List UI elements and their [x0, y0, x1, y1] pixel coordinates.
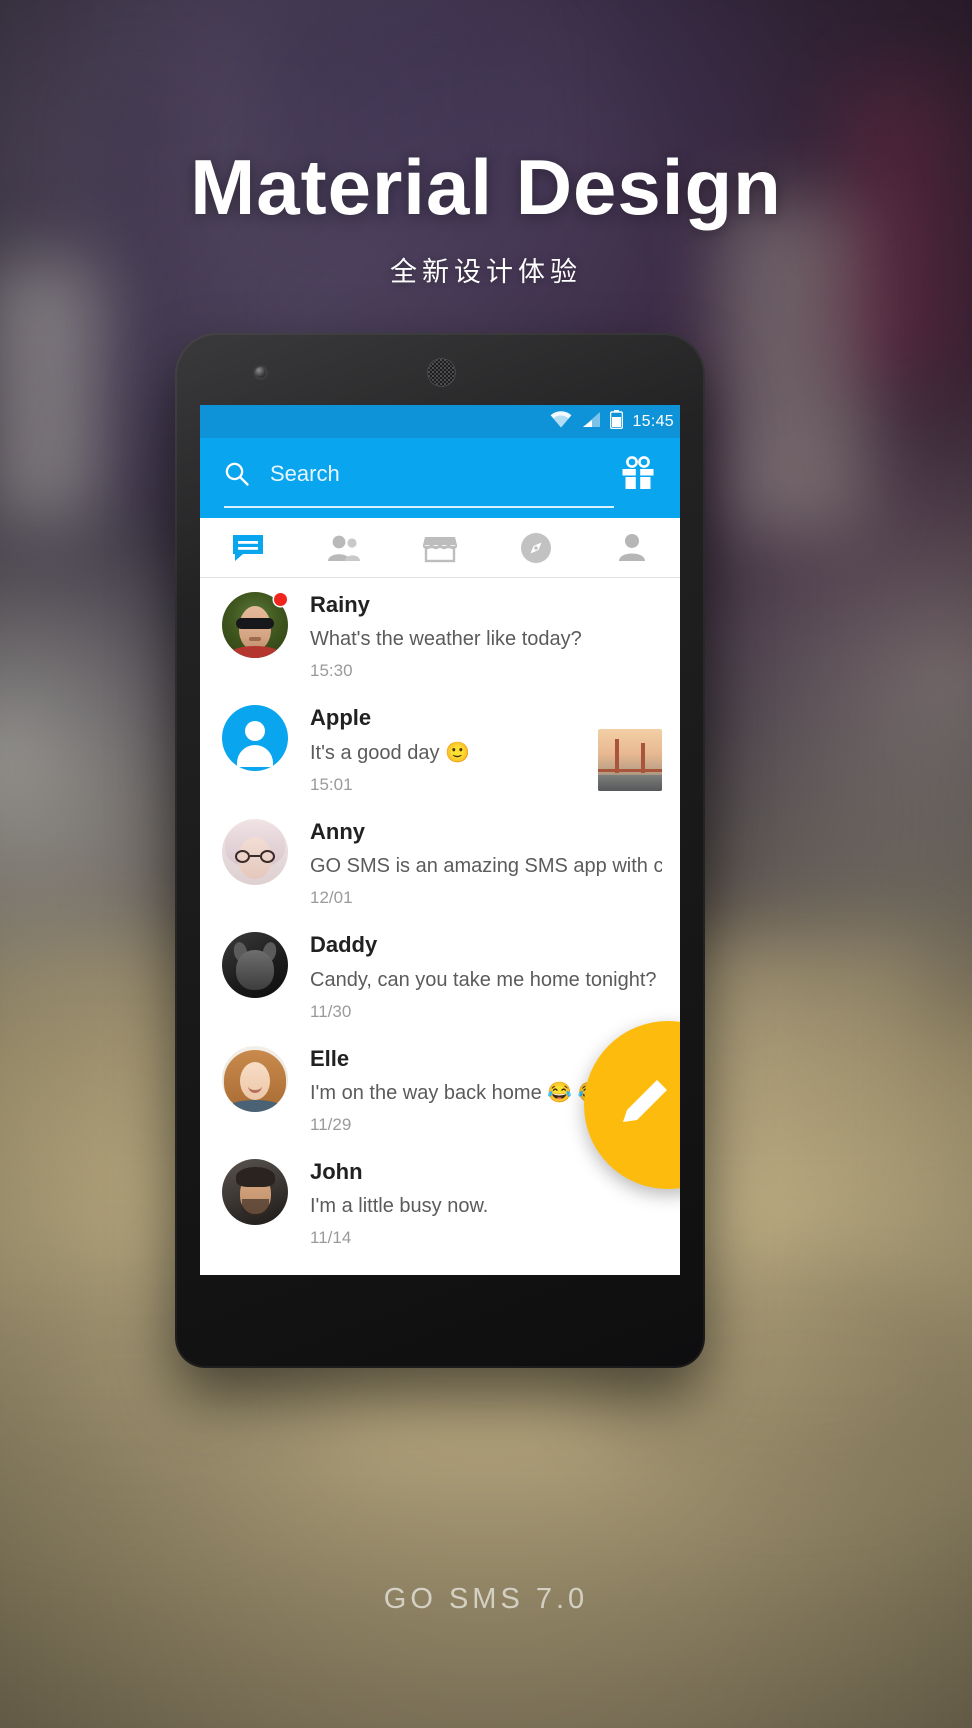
message-timestamp: 15:30 [310, 661, 353, 681]
search-underline [224, 506, 614, 508]
status-bar-icons [550, 409, 624, 434]
conversation-body: Rainy What's the weather like today? 15:… [310, 592, 662, 681]
search-input[interactable]: Search [270, 461, 608, 487]
avatar-wrap [222, 1158, 288, 1225]
gift-icon[interactable] [620, 456, 656, 492]
hero-title: Material Design [190, 143, 782, 231]
footer-caption: GO SMS 7.0 [383, 1583, 589, 1615]
conversation-body: Anny GO SMS is an amazing SMS app with c… [310, 819, 662, 908]
wifi-icon [550, 410, 572, 433]
avatar [222, 1045, 288, 1112]
list-item[interactable]: Daddy Candy, can you take me home tonigh… [200, 918, 680, 1031]
status-bar: 15:45 [200, 405, 680, 438]
battery-icon [610, 409, 624, 434]
contact-name: Daddy [310, 932, 378, 958]
avatar-wrap [222, 1045, 288, 1112]
conversation-body: Daddy Candy, can you take me home tonigh… [310, 932, 662, 1021]
tab-profile[interactable] [584, 518, 680, 577]
contact-name: Apple [310, 705, 372, 731]
phone-mockup: 15:45 Search Rainy What's the weather li… [175, 333, 705, 1368]
app-bar: Search [200, 438, 680, 518]
message-timestamp: 15:01 [310, 774, 353, 794]
tab-bar [200, 518, 680, 578]
avatar-wrap [222, 818, 288, 885]
tab-store[interactable] [392, 518, 488, 577]
message-preview: Candy, can you take me home tonight? [310, 968, 657, 991]
front-camera-icon [255, 367, 266, 378]
pencil-icon [623, 1072, 680, 1139]
list-item[interactable]: Anny GO SMS is an amazing SMS app with c… [200, 805, 680, 918]
contact-name: Anny [310, 818, 365, 844]
list-item[interactable]: Apple It's a good day 🙂 15:01 [200, 691, 680, 804]
message-timestamp: 11/14 [310, 1228, 352, 1248]
tab-discover[interactable] [488, 518, 584, 577]
tab-contacts[interactable] [296, 518, 392, 577]
avatar-wrap [222, 592, 288, 658]
conversation-body: John I'm a little busy now. 11/14 [310, 1159, 662, 1248]
signal-icon [581, 411, 601, 433]
message-preview: What's the weather like today? [310, 628, 582, 651]
avatar-wrap [222, 932, 288, 999]
message-preview: I'm a little busy now. [310, 1195, 489, 1218]
search-bar[interactable]: Search [224, 456, 656, 492]
avatar [222, 1158, 288, 1225]
phone-screen: 15:45 Search Rainy What's the weather li… [200, 405, 680, 1275]
unread-badge [274, 593, 287, 606]
search-icon [224, 461, 250, 487]
message-thumbnail[interactable] [598, 729, 662, 792]
phone-top-bezel [175, 333, 705, 405]
message-timestamp: 11/30 [310, 1001, 352, 1021]
hero-text-block: Material Design 全新设计体验 [0, 148, 972, 289]
message-timestamp: 12/01 [310, 888, 353, 908]
hero-subtitle: 全新设计体验 [390, 257, 582, 287]
list-item[interactable]: Rainy What's the weather like today? 15:… [200, 578, 680, 691]
avatar [222, 818, 288, 885]
avatar-wrap [222, 705, 288, 772]
status-bar-clock: 15:45 [632, 412, 674, 430]
conversation-body: Apple It's a good day 🙂 15:01 [310, 705, 588, 794]
contact-name: Rainy [310, 592, 370, 617]
message-preview: It's a good day 🙂 [310, 741, 470, 764]
avatar [222, 705, 288, 772]
tab-messages[interactable] [200, 518, 296, 577]
message-preview: GO SMS is an amazing SMS app with co... [310, 855, 662, 878]
avatar [222, 932, 288, 999]
earpiece-speaker-icon [427, 358, 456, 387]
